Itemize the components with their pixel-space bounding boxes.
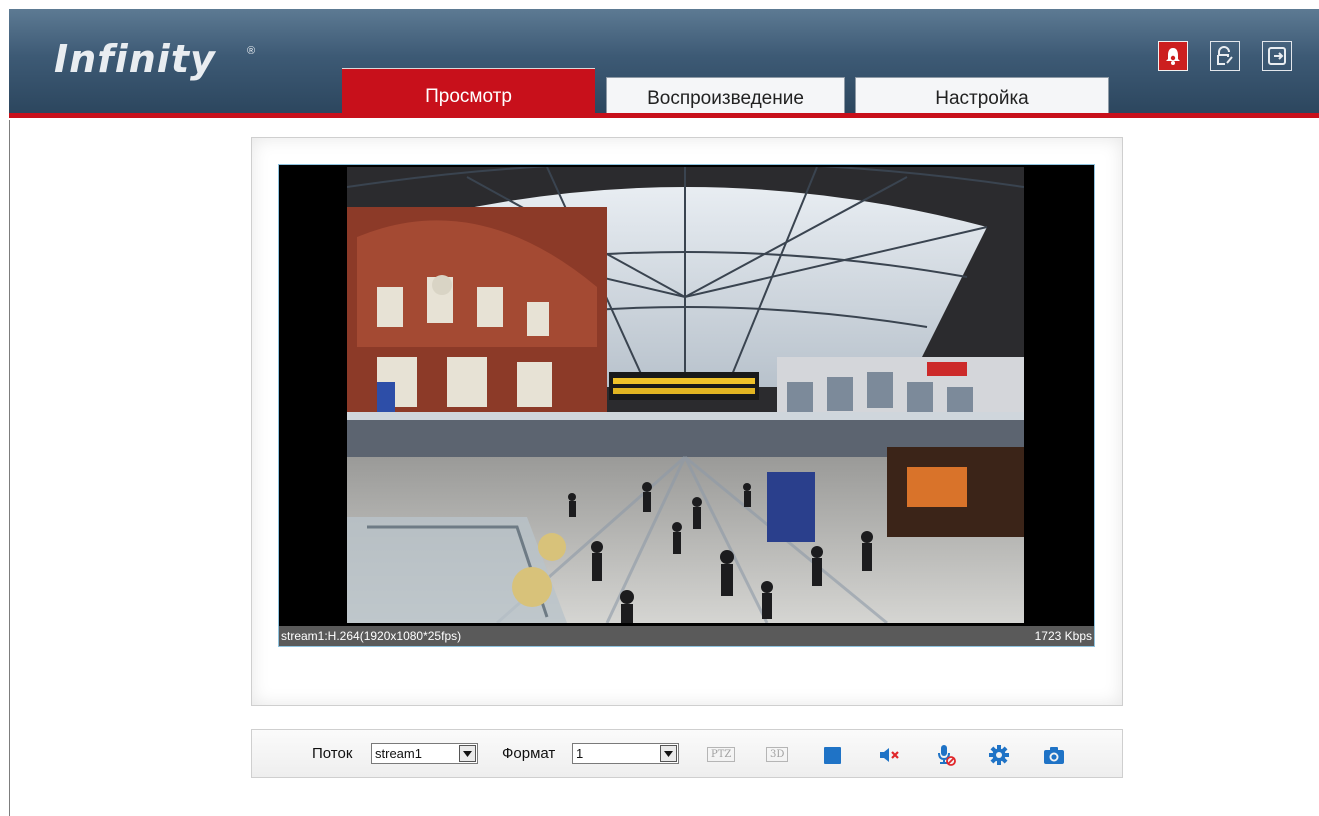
microphone-button[interactable]	[935, 744, 957, 766]
alarm-button[interactable]	[1158, 41, 1188, 71]
logo-registered-mark: ®	[247, 45, 256, 57]
stream-label: Поток	[312, 745, 353, 762]
header-bar: Infinity ® Просмотр Воспроизведение Наст…	[9, 9, 1319, 114]
settings-button[interactable]	[988, 744, 1010, 766]
snapshot-button[interactable]	[1043, 744, 1065, 766]
stop-button[interactable]	[821, 744, 843, 766]
format-select-arrow[interactable]	[660, 745, 677, 762]
format-select[interactable]: 1	[572, 743, 679, 764]
user-edit-icon	[1217, 46, 1233, 65]
microphone-off-icon	[938, 745, 956, 766]
stop-icon	[823, 746, 841, 764]
stream-status-bar: stream1:H.264(1920x1080*25fps) 1723 Kbps	[279, 626, 1094, 646]
stream-select-arrow[interactable]	[459, 745, 476, 762]
playback-toolbar: Поток stream1 Формат 1 PTZ 3D	[251, 729, 1123, 778]
edit-user-button[interactable]	[1210, 41, 1240, 71]
header-accent-line	[9, 113, 1319, 118]
chevron-down-icon	[463, 750, 472, 757]
settings-icon	[989, 745, 1009, 765]
chevron-down-icon	[664, 750, 673, 757]
camera-snapshot-icon	[1044, 746, 1064, 764]
logo: Infinity	[54, 37, 216, 81]
logout-button[interactable]	[1262, 41, 1292, 71]
stream-info-text: stream1:H.264(1920x1080*25fps)	[281, 629, 462, 643]
format-select-value: 1	[576, 746, 584, 761]
ptz-button[interactable]: PTZ	[707, 747, 736, 762]
bitrate-text: 1723 Kbps	[1034, 629, 1092, 643]
stream-select[interactable]: stream1	[371, 743, 478, 764]
tab-view[interactable]: Просмотр	[342, 68, 595, 113]
camera-scene-image	[347, 167, 1024, 623]
page-left-rule	[9, 120, 10, 816]
live-video-view[interactable]: stream1:H.264(1920x1080*25fps) 1723 Kbps	[278, 164, 1095, 647]
alarm-bell-icon	[1166, 48, 1180, 65]
tab-playback[interactable]: Воспроизведение	[606, 77, 845, 113]
format-label: Формат	[502, 745, 556, 762]
3d-button[interactable]: 3D	[766, 747, 789, 762]
tab-settings[interactable]: Настройка	[855, 77, 1109, 113]
mute-button[interactable]	[879, 744, 901, 766]
mute-icon	[880, 748, 899, 762]
stream-select-value: stream1	[375, 746, 422, 761]
logout-icon	[1268, 47, 1286, 65]
